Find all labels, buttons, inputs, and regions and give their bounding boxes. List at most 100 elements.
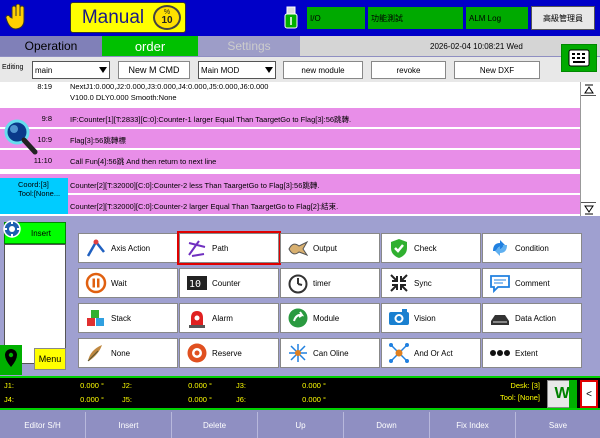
desk-indicator: Desk: [3] [510, 381, 540, 390]
j1-value: 0.000 ° [80, 381, 104, 390]
j5-label: J5: [122, 395, 133, 404]
scroll-up-icon[interactable] [581, 82, 596, 96]
extent-button[interactable]: Extent [482, 338, 582, 368]
output-button[interactable]: Output [280, 233, 380, 263]
counter-icon: 10 [187, 276, 207, 290]
command-label: Extent [515, 348, 538, 358]
alarm-log-button[interactable]: ALM Log [466, 7, 528, 29]
program-scrollbar[interactable] [580, 82, 596, 216]
user-level-button[interactable]: 高級管理員 [531, 6, 595, 30]
new-dxf-button[interactable]: New DXF [454, 61, 540, 79]
command-label: Check [414, 243, 437, 253]
can-oline-button[interactable]: Can Oline [280, 338, 380, 368]
revoke-button[interactable]: revoke [371, 61, 446, 79]
data-action-button[interactable]: Data Action [482, 303, 582, 333]
new-m-cmd-button[interactable]: New M CMD [118, 61, 190, 79]
command-label: Path [212, 243, 229, 253]
scroll-down-icon[interactable] [581, 202, 596, 216]
tool-text: Tool:[None... [18, 189, 61, 198]
none-button[interactable]: None [78, 338, 178, 368]
mode-label: Manual [81, 6, 145, 28]
stack-button[interactable]: Stack [78, 303, 178, 333]
hand-icon[interactable] [2, 3, 32, 33]
file-select[interactable]: main [32, 61, 110, 79]
command-label: Vision [414, 313, 436, 323]
vision-icon [389, 309, 409, 325]
insert-button[interactable]: Insert [86, 412, 172, 438]
new-module-button[interactable]: new module [283, 61, 363, 79]
j3-label: J3: [236, 381, 247, 390]
program-row[interactable]: Counter[2][T:32000][C:0]:Counter-2 large… [0, 195, 580, 215]
collapse-button[interactable]: < [580, 380, 598, 408]
command-label: Stack [111, 313, 132, 323]
sync-button[interactable]: Sync [381, 268, 481, 298]
tab-operation[interactable]: Operation [0, 36, 102, 56]
tool-indicator: Tool: [None] [499, 393, 540, 402]
menu-button[interactable]: Menu [34, 348, 66, 370]
reserve-button[interactable]: Reserve [179, 338, 279, 368]
io-button[interactable]: I/O [307, 7, 365, 29]
j6-label: J6: [236, 395, 247, 404]
output-icon [288, 240, 309, 257]
path-button[interactable]: Path [177, 231, 281, 265]
j6-value: 0.000 ° [302, 395, 326, 404]
function-test-button[interactable]: 功能測試 [368, 7, 463, 29]
fix-index-button[interactable]: Fix Index [430, 412, 516, 438]
wait-button[interactable]: Wait [78, 268, 178, 298]
vision-button[interactable]: Vision [381, 303, 481, 333]
speed-value: 10 [161, 15, 173, 26]
program-row[interactable]: 10:9 Flag[3]:56跳轉標 [0, 129, 580, 149]
alarm-button[interactable]: Alarm [179, 303, 279, 333]
wait-icon [85, 272, 107, 294]
timer-icon [288, 274, 308, 294]
location-pin-icon[interactable] [0, 345, 22, 375]
line-number: 11:10 [33, 156, 52, 165]
counter-button[interactable]: 10 Counter [179, 268, 279, 298]
check-icon [391, 239, 407, 258]
path-icon [188, 240, 206, 257]
reserve-icon [187, 343, 207, 363]
comment-button[interactable]: Comment [482, 268, 582, 298]
alarm-icon [189, 311, 205, 328]
delete-button[interactable]: Delete [172, 412, 258, 438]
sync-icon [390, 274, 408, 292]
command-label: Can Oline [313, 348, 349, 358]
comment-icon [490, 275, 510, 294]
check-button[interactable]: Check [381, 233, 481, 263]
speed-badge[interactable]: % 10 [153, 5, 181, 30]
keyboard-icon[interactable] [561, 44, 597, 72]
toolbar: Editing main New M CMD Main MOD new modu… [0, 57, 600, 82]
program-row[interactable]: 11:10 Call Fun[4]:56跳 And then return to… [0, 150, 580, 170]
chevron-down-icon [99, 67, 107, 73]
module-select[interactable]: Main MOD [198, 61, 276, 79]
command-label: Axis Action [111, 243, 151, 253]
search-icon[interactable] [0, 117, 38, 155]
command-label: Output [313, 243, 338, 253]
tab-settings[interactable]: Settings [198, 36, 300, 56]
command-label: Data Action [515, 313, 556, 323]
command-label: Counter [212, 278, 241, 288]
program-row[interactable]: 8:19 NextJ1:0.000,J2:0.000,J3:0.000,J4:0… [0, 82, 580, 93]
timer-button[interactable]: timer [280, 268, 380, 298]
up-button[interactable]: Up [258, 412, 344, 438]
editor-toggle-button[interactable]: Editor S/H [0, 412, 86, 438]
tab-order[interactable]: order [102, 36, 198, 56]
none-icon [87, 345, 102, 362]
line-text: Call Fun[4]:56跳 And then return to next … [70, 157, 217, 166]
mode-indicator[interactable]: Manual % 10 [70, 2, 186, 33]
down-button[interactable]: Down [344, 412, 430, 438]
axis-action-button[interactable]: Axis Action [78, 233, 178, 263]
coord-indicator[interactable]: Coord:[3] Tool:[None... [0, 178, 68, 214]
program-list[interactable]: 8:19 NextJ1:0.000,J2:0.000,J3:0.000,J4:0… [0, 82, 600, 216]
module-button[interactable]: Module [280, 303, 380, 333]
chevron-down-icon [265, 67, 273, 73]
condition-button[interactable]: Condition [482, 233, 582, 263]
save-button[interactable]: Save [516, 412, 600, 438]
program-row[interactable]: 9:8 IF:Counter[1][T:2833][C:0]:Counter-1… [0, 108, 580, 128]
j1-label: J1: [4, 381, 15, 390]
gear-icon[interactable] [2, 219, 22, 239]
program-row[interactable]: V100.0 DLY0.000 Smooth:None [0, 93, 580, 104]
program-row[interactable]: Counter[2][T:32000][C:0]:Counter-2 less … [0, 174, 580, 194]
and-or-act-button[interactable]: And Or Act [381, 338, 481, 368]
line-text: Counter[2][T:32000][C:0]:Counter-2 less … [70, 181, 320, 190]
